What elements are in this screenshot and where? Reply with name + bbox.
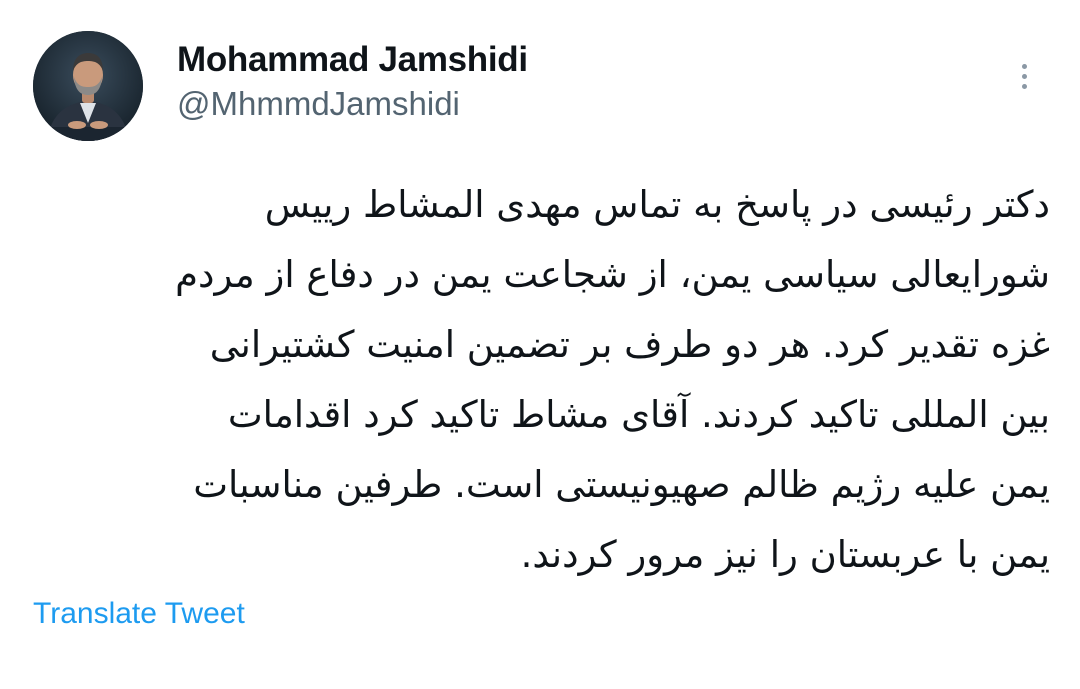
tweet-text-line: شورایعالی سیاسی یمن، از شجاعت یمن در دفا… xyxy=(175,253,1050,296)
user-handle[interactable]: @MhmmdJamshidi xyxy=(177,84,528,124)
more-vertical-icon[interactable] xyxy=(1008,56,1040,96)
tweet-text-line: یمن با عربستان را نیز مرور کردند. xyxy=(520,533,1050,576)
profile-photo xyxy=(33,31,143,141)
tweet-text: دکتر رئیسی در پاسخ به تماس مهدی المشاط ر… xyxy=(30,170,1050,590)
author-block: Mohammad Jamshidi @MhmmdJamshidi xyxy=(177,38,528,124)
tweet-card: Mohammad Jamshidi @MhmmdJamshidi دکتر رئ… xyxy=(0,0,1080,689)
tweet-text-line: دکتر رئیسی در پاسخ به تماس مهدی المشاط ر… xyxy=(264,183,1050,226)
tweet-text-line: بین المللی تاکید کردند. آقای مشاط تاکید … xyxy=(227,393,1050,436)
more-dot xyxy=(1021,83,1027,89)
tweet-text-line: غزه تقدیر کرد. هر دو طرف بر تضمین امنیت … xyxy=(209,323,1050,366)
display-name[interactable]: Mohammad Jamshidi xyxy=(177,38,528,82)
avatar[interactable] xyxy=(33,31,143,141)
more-dot xyxy=(1021,63,1027,69)
more-dot xyxy=(1021,73,1027,79)
translate-tweet-link[interactable]: Translate Tweet xyxy=(33,596,245,632)
tweet-text-line: یمن علیه رژیم ظالم صهیونیستی است. طرفین … xyxy=(193,463,1050,506)
